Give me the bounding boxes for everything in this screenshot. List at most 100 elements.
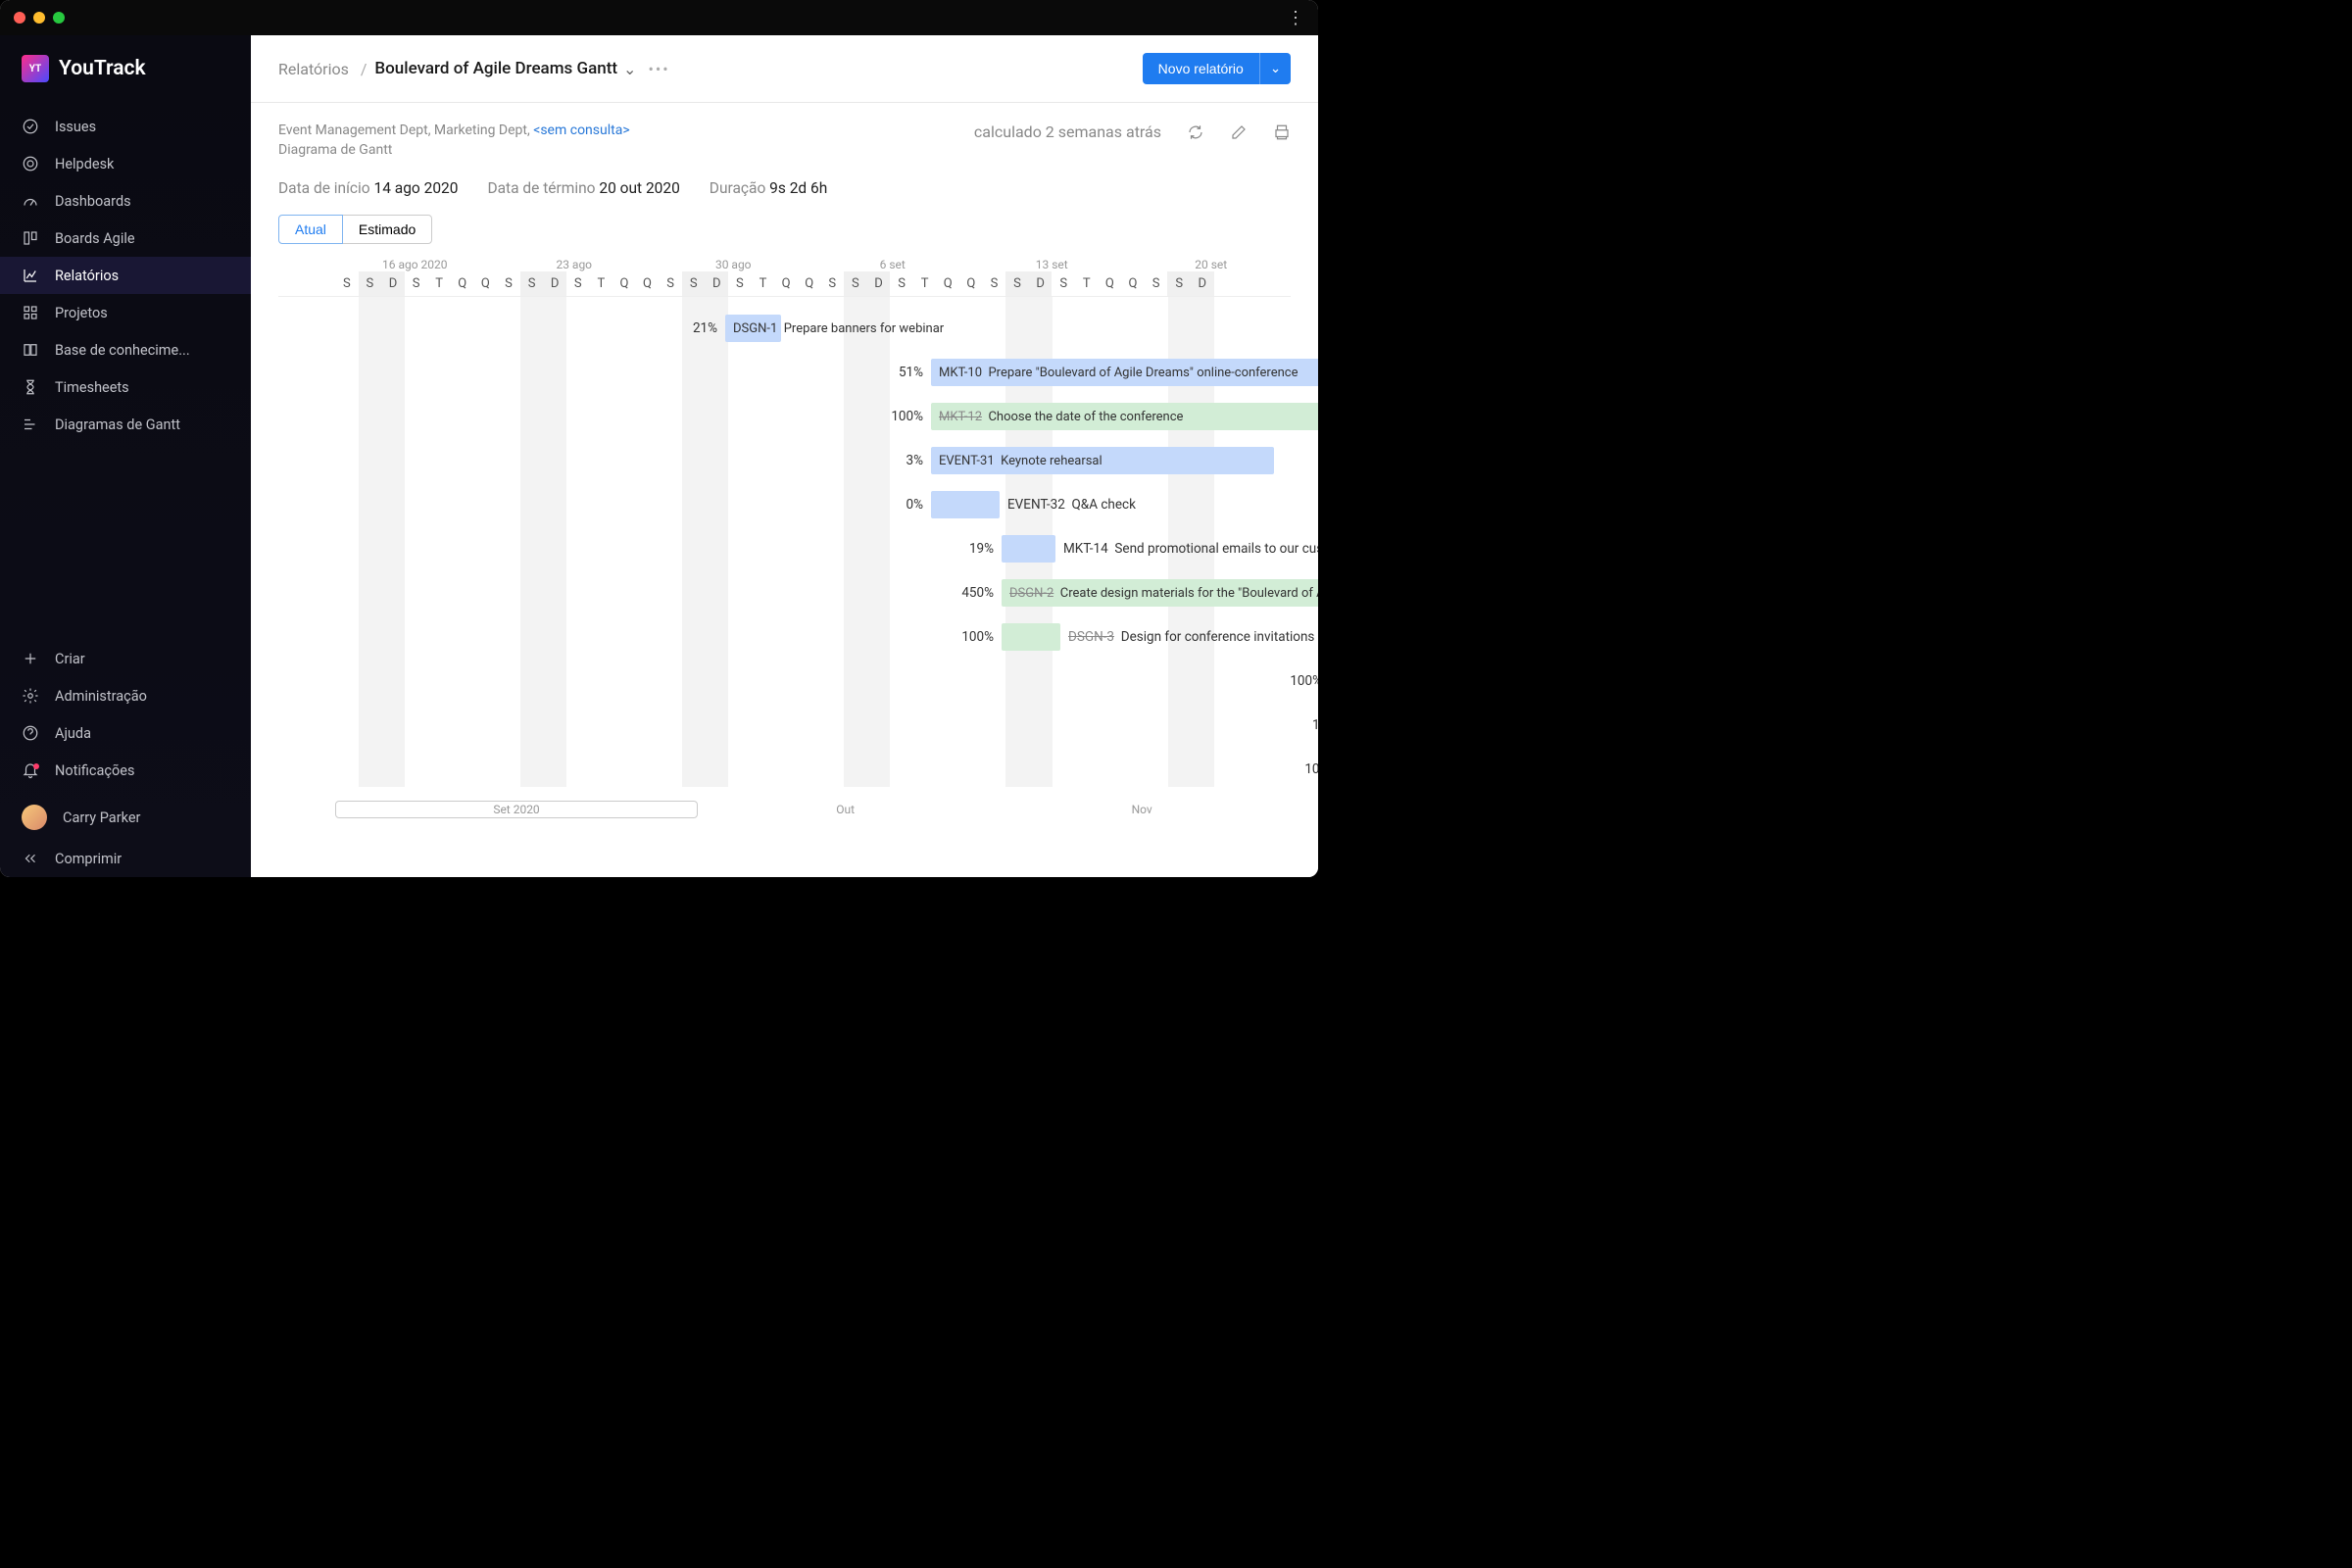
refresh-icon[interactable] [1187,123,1204,141]
gauge-icon [22,192,39,210]
mode-toggle: Atual Estimado [278,215,432,244]
task-progress: 21% [670,320,717,336]
gantt-task[interactable]: 51% MKT-10 Prepare "Boulevard of Agile Dr… [876,359,1318,386]
date-summary: Data de início 14 ago 2020 Data de térmi… [278,179,1291,197]
task-progress: 100% [947,629,994,645]
task-bar[interactable]: EVENT-31 Keynote rehearsal [931,447,1274,474]
book-icon [22,341,39,359]
brand[interactable]: YT YouTrack [0,35,251,108]
task-bar[interactable] [1002,535,1055,563]
gantt-task[interactable]: 100% MKT-12 Choose the date of the confer… [876,403,1318,430]
sidebar-bottom-bell[interactable]: Notificações [0,752,251,789]
gantt-task[interactable]: 19% MKT-14 Send promotional emails to ou… [947,535,1318,563]
sidebar-item-label: Administração [55,688,147,705]
gear-icon [22,687,39,705]
sidebar-item-label: Dashboards [55,193,131,210]
gantt-task[interactable]: 100% MKT-16 Find sponsors [1275,667,1318,695]
task-progress: 0% [876,497,923,513]
page-header: Relatórios / Boulevard of Agile Dreams G… [251,35,1318,103]
gantt-task[interactable]: 100% MKT-29 Create an announcement [1290,756,1318,783]
gantt-task[interactable]: 0% EVENT-32 Q&A check [876,491,1136,518]
task-progress: 51% [876,365,923,380]
sidebar-bottom-gear[interactable]: Administração [0,677,251,714]
gantt-chart: 16 ago 202023 ago30 ago6 set13 set20 set… [278,258,1291,818]
sidebar-item-label: Base de conhecime... [55,342,190,359]
sidebar-item-hourglass[interactable]: Timesheets [0,368,251,406]
sidebar-item-label: Helpdesk [55,156,114,172]
brand-logo-icon: YT [22,55,49,82]
toggle-estimated[interactable]: Estimado [342,215,432,244]
sidebar-item-label: Relatórios [55,268,119,284]
task-progress: 19% [947,541,994,557]
window-close[interactable] [14,12,25,24]
chevron-down-icon[interactable]: ⌄ [623,60,636,78]
kebab-icon[interactable]: ⋮ [1287,8,1304,28]
gantt-icon [22,416,39,433]
sidebar-item-label: Diagramas de Gantt [55,416,180,433]
toggle-actual[interactable]: Atual [278,215,343,244]
task-progress: 13% [1290,717,1318,733]
collapse-sidebar[interactable]: Comprimir [0,840,251,877]
sidebar-item-board[interactable]: Boards Agile [0,220,251,257]
task-progress: 100% [1275,673,1318,689]
more-actions-icon[interactable]: ••• [648,60,669,78]
chart-icon [22,267,39,284]
notif-badge [33,763,39,769]
gantt-task[interactable]: 450% DSGN-2 Create design materials for t… [947,579,1318,607]
sidebar-item-gauge[interactable]: Dashboards [0,182,251,220]
sidebar-item-check[interactable]: Issues [0,108,251,145]
sidebar-item-chart[interactable]: Relatórios [0,257,251,294]
sidebar-item-life[interactable]: Helpdesk [0,145,251,182]
sidebar-item-label: Criar [55,651,85,667]
calculated-label: calculado 2 semanas atrás [974,122,1161,141]
task-progress: 3% [876,453,923,468]
bell-icon [22,761,39,779]
collapse-icon [22,850,39,867]
sidebar-item-gantt[interactable]: Diagramas de Gantt [0,406,251,443]
user-name: Carry Parker [63,809,140,826]
gantt-task[interactable]: 13%MKT-13 Promote the conference ir [1290,711,1318,739]
plus-icon [22,650,39,667]
task-bar[interactable]: DSGN-1 Prepare banners for webinar [725,315,781,342]
report-type: Diagrama de Gantt [278,142,1291,158]
task-progress: 100% [876,409,923,424]
sidebar-item-label: Ajuda [55,725,91,742]
page-title: Boulevard of Agile Dreams Gantt [374,59,617,78]
new-report-button[interactable]: Novo relatório [1143,53,1259,84]
task-bar[interactable] [1002,623,1060,651]
breadcrumb[interactable]: Relatórios / [278,60,374,78]
titlebar: ⋮ [0,0,1318,35]
sidebar-bottom-help[interactable]: Ajuda [0,714,251,752]
window-minimize[interactable] [33,12,45,24]
sidebar-item-label: Timesheets [55,379,129,396]
user-profile[interactable]: Carry Parker [0,795,251,840]
sidebar-item-label: Boards Agile [55,230,135,247]
sidebar-item-label: Notificações [55,762,134,779]
print-icon[interactable] [1273,123,1291,141]
task-bar[interactable] [931,491,1000,518]
task-bar[interactable]: DSGN-2 Create design materials for the "… [1002,579,1318,607]
gantt-task[interactable]: 21% DSGN-1 Prepare banners for webinar [670,315,789,342]
task-bar[interactable]: MKT-12 Choose the date of the conference [931,403,1318,430]
timeline-scrollbar[interactable]: Set 2020 OutNov [278,801,1291,818]
gantt-task[interactable]: 100% DSGN-3 Design for conference invita… [947,623,1314,651]
window-maximize[interactable] [53,12,65,24]
task-progress: 100% [1290,761,1318,777]
task-progress: 450% [947,585,994,601]
sidebar: YT YouTrack Issues Helpdesk Dashboards Boar… [0,35,251,877]
query-link[interactable]: <sem consulta> [533,122,629,138]
grid-icon [22,304,39,321]
scroll-thumb[interactable]: Set 2020 [335,801,698,818]
edit-icon[interactable] [1230,123,1248,141]
check-icon [22,118,39,135]
sidebar-bottom-plus[interactable]: Criar [0,640,251,677]
sidebar-item-label: Issues [55,119,96,135]
gantt-task[interactable]: 3% EVENT-31 Keynote rehearsal [876,447,1282,474]
breadcrumb-parent[interactable]: Relatórios [278,60,349,78]
new-report-dropdown[interactable]: ⌄ [1259,53,1291,84]
sidebar-item-book[interactable]: Base de conhecime... [0,331,251,368]
hourglass-icon [22,378,39,396]
sidebar-item-grid[interactable]: Projetos [0,294,251,331]
board-icon [22,229,39,247]
task-bar[interactable]: MKT-10 Prepare "Boulevard of Agile Dream… [931,359,1318,386]
